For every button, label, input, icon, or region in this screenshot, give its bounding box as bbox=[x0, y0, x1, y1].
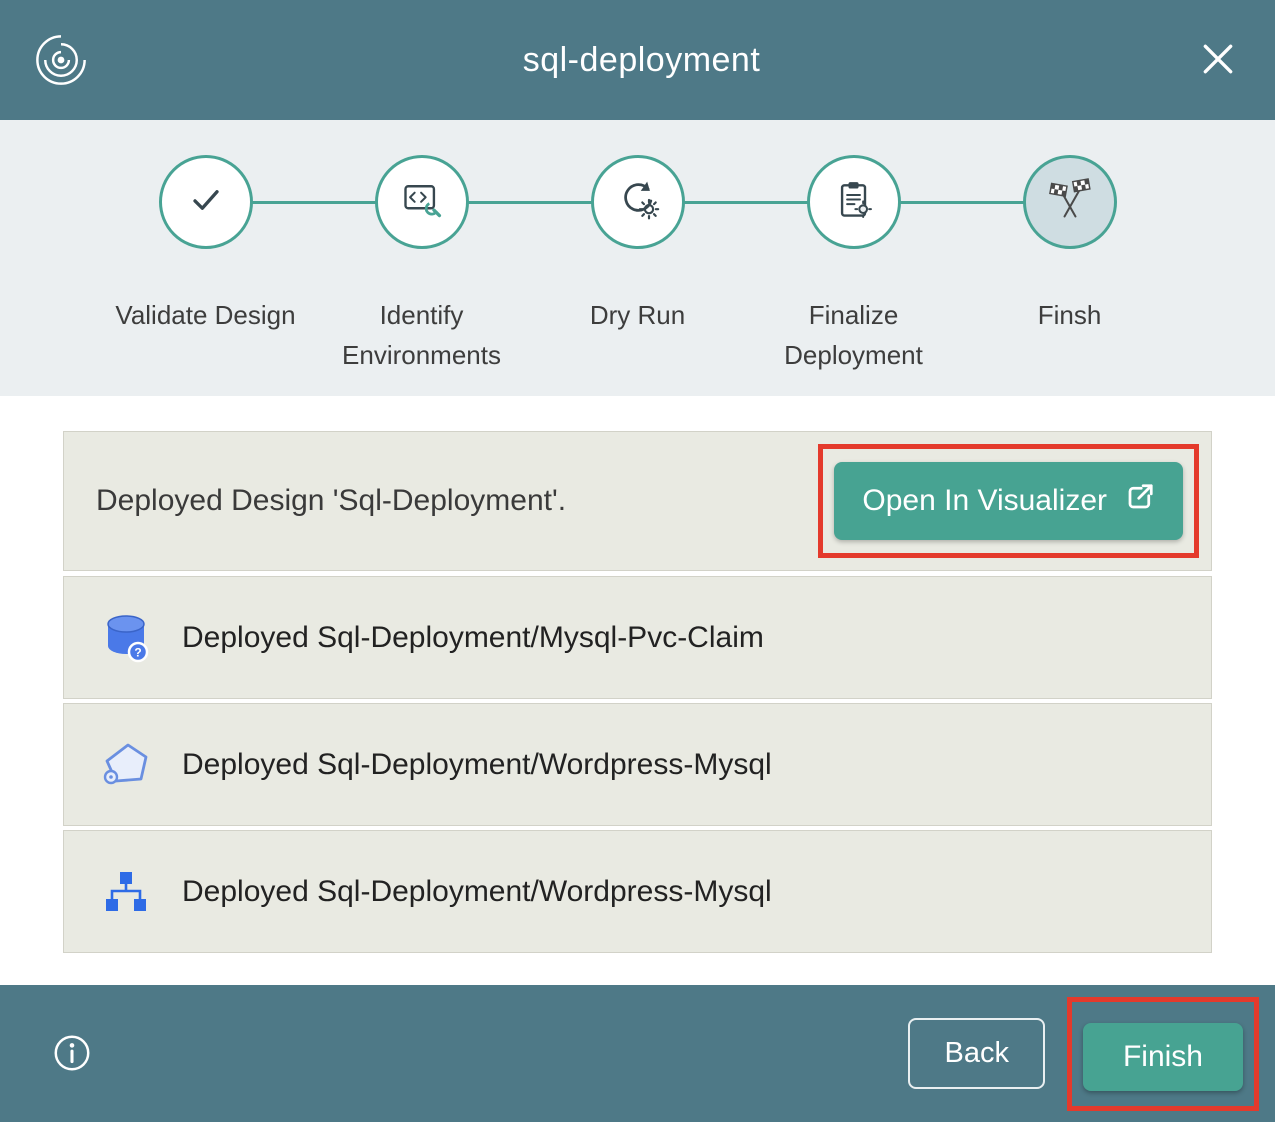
code-wrench-icon bbox=[400, 178, 444, 227]
step-label: Validate Design bbox=[115, 295, 295, 335]
deployed-design-message: Deployed Design 'Sql-Deployment'. bbox=[96, 484, 566, 518]
step-circle bbox=[807, 155, 901, 249]
deployed-row-text: Deployed Sql-Deployment/Mysql-Pvc-Claim bbox=[182, 621, 764, 655]
close-icon bbox=[1199, 40, 1237, 81]
info-icon bbox=[51, 1062, 93, 1077]
database-icon: ? bbox=[100, 612, 152, 664]
step-finalize-deployment: Finalize Deployment bbox=[746, 155, 962, 376]
deployed-row-wordpress-mysql-2: Deployed Sql-Deployment/Wordpress-Mysql bbox=[63, 830, 1212, 953]
step-label: Identify Environments bbox=[327, 295, 517, 376]
dry-run-icon bbox=[616, 178, 660, 227]
deployment-wizard-modal: sql-deployment Validate Desi bbox=[0, 0, 1275, 1122]
open-in-visualizer-button[interactable]: Open In Visualizer bbox=[834, 462, 1183, 540]
step-circle bbox=[159, 155, 253, 249]
results-panel: Deployed Design 'Sql-Deployment'. Open I… bbox=[0, 396, 1275, 985]
step-dry-run: Dry Run bbox=[530, 155, 746, 376]
deployed-design-card: Deployed Design 'Sql-Deployment'. Open I… bbox=[63, 431, 1212, 571]
pentagon-icon bbox=[100, 739, 152, 791]
close-button[interactable] bbox=[1195, 37, 1241, 83]
hierarchy-icon bbox=[100, 866, 152, 918]
modal-title: sql-deployment bbox=[88, 41, 1195, 80]
checkered-flags-icon bbox=[1048, 178, 1092, 227]
meshery-logo bbox=[34, 33, 88, 87]
deployed-row-text: Deployed Sql-Deployment/Wordpress-Mysql bbox=[182, 748, 772, 782]
deployed-row-wordpress-mysql-1: Deployed Sql-Deployment/Wordpress-Mysql bbox=[63, 703, 1212, 826]
step-finish: Finsh bbox=[962, 155, 1178, 376]
deployed-row-mysql-pvc-claim: ? Deployed Sql-Deployment/Mysql-Pvc-Clai… bbox=[63, 576, 1212, 699]
check-icon bbox=[184, 178, 228, 227]
open-in-visualizer-label: Open In Visualizer bbox=[862, 484, 1107, 518]
step-validate-design: Validate Design bbox=[98, 155, 314, 376]
step-circle bbox=[375, 155, 469, 249]
back-button[interactable]: Back bbox=[908, 1018, 1044, 1089]
step-circle bbox=[1023, 155, 1117, 249]
step-label: Dry Run bbox=[590, 295, 685, 335]
finish-button[interactable]: Finish bbox=[1083, 1023, 1243, 1091]
external-link-icon bbox=[1125, 482, 1155, 520]
deployed-row-text: Deployed Sql-Deployment/Wordpress-Mysql bbox=[182, 875, 772, 909]
modal-header: sql-deployment bbox=[0, 0, 1275, 120]
step-label: Finsh bbox=[1038, 295, 1102, 335]
info-button[interactable] bbox=[50, 1032, 94, 1076]
clipboard-gear-icon bbox=[832, 178, 876, 227]
svg-text:?: ? bbox=[134, 645, 141, 659]
step-identify-environments: Identify Environments bbox=[314, 155, 530, 376]
progress-stepper: Validate Design Identify Environments bbox=[0, 120, 1275, 396]
step-label: Finalize Deployment bbox=[759, 295, 949, 376]
annotation-highlight-finish: Finish bbox=[1067, 997, 1259, 1111]
modal-footer: Back Finish bbox=[0, 985, 1275, 1122]
annotation-highlight-visualizer: Open In Visualizer bbox=[818, 444, 1199, 558]
step-circle bbox=[591, 155, 685, 249]
